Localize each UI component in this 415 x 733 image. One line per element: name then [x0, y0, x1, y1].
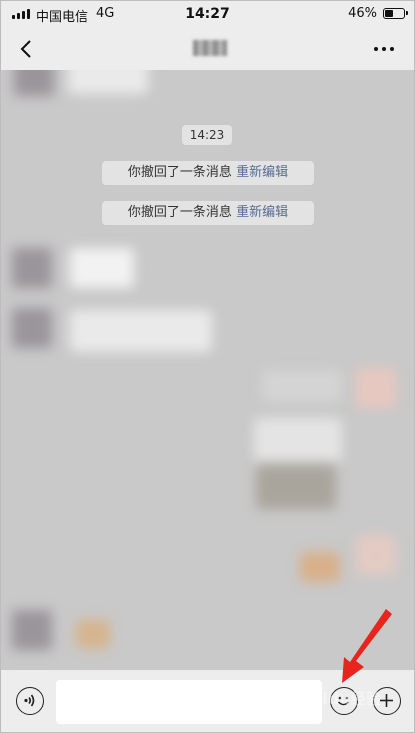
- more-dots-icon: [374, 47, 378, 51]
- re-edit-link[interactable]: 重新编辑: [236, 165, 288, 180]
- voice-icon: [24, 694, 35, 707]
- message-list[interactable]: 14:23 你撤回了一条消息 重新编辑 你撤回了一条消息 重新编辑: [0, 70, 415, 670]
- message-input[interactable]: [56, 680, 322, 724]
- contact-name: [193, 40, 227, 56]
- re-edit-link[interactable]: 重新编辑: [236, 205, 288, 220]
- more-options-button[interactable]: [371, 40, 397, 58]
- recall-notice-text: 你撤回了一条消息: [127, 205, 232, 220]
- red-arrow-annotation: [342, 609, 392, 683]
- chat-header: [0, 28, 415, 70]
- avatar: [12, 248, 52, 288]
- message-bubble: [254, 418, 342, 462]
- message-bubble: [70, 310, 212, 352]
- message-bubble: [262, 370, 342, 402]
- sticker-message: [300, 552, 340, 582]
- recall-notice: 你撤回了一条消息 重新编辑: [102, 161, 314, 185]
- message-bubble: [70, 248, 134, 288]
- voice-button[interactable]: [16, 687, 44, 715]
- image-message: [256, 465, 336, 509]
- message-bubble: [68, 70, 148, 94]
- avatar: [12, 308, 52, 348]
- status-bar: 中国电信 4G 14:27 46%: [0, 0, 415, 28]
- sticker-message: [76, 620, 110, 648]
- avatar: [12, 610, 52, 650]
- avatar: [356, 368, 396, 408]
- battery-icon: [383, 8, 408, 19]
- watermark-logo: Baidu经验: [300, 690, 382, 708]
- avatar: [356, 535, 396, 575]
- chevron-left-icon: [20, 40, 31, 58]
- back-button[interactable]: [14, 36, 40, 62]
- recall-notice-text: 你撤回了一条消息: [127, 165, 232, 180]
- timestamp: 14:23: [182, 125, 232, 145]
- avatar: [14, 70, 54, 96]
- recall-notice: 你撤回了一条消息 重新编辑: [102, 201, 314, 225]
- battery-percent: 46%: [348, 6, 377, 21]
